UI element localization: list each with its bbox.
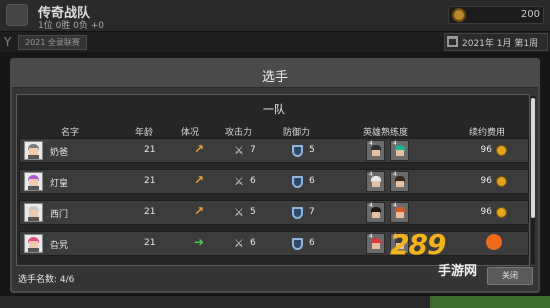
player-attack: 6 (250, 176, 256, 186)
shield-icon (292, 145, 303, 157)
player-name: 西门 (50, 210, 69, 220)
condition-arrow-icon: ↗ (194, 204, 205, 218)
watermark-badge-icon (486, 234, 502, 250)
hero-mastery-level: 4 (393, 202, 397, 209)
hero-face (396, 212, 404, 218)
player-avatar (24, 141, 43, 160)
hero-portrait[interactable]: 4 (390, 171, 409, 192)
current-date: 2021年 1月 第1周 (462, 39, 539, 49)
player-name: 旮旯 (50, 241, 69, 251)
hero-face (372, 212, 380, 218)
hero-face (372, 243, 380, 249)
player-name: 灯皇 (50, 179, 69, 189)
menu-icon[interactable]: Y (4, 35, 11, 49)
hero-mastery-level: 4 (369, 202, 373, 209)
team-section-title: 一队 (263, 103, 285, 116)
player-attack: 5 (250, 207, 256, 217)
avatar-body (28, 248, 39, 252)
player-row[interactable]: 西门 21 ↗ ⚔ 5 7 4 4 96 (19, 200, 529, 225)
dialog-header: 选手 (12, 60, 538, 88)
player-defense: 5 (309, 145, 315, 155)
column-header-attack: 攻击力 (225, 128, 253, 138)
contract-fee: 96 (480, 145, 492, 155)
sword-icon: ⚔ (234, 144, 244, 157)
player-defense: 7 (309, 207, 315, 217)
shield-icon (292, 238, 303, 250)
hero-mastery-level: 4 (369, 171, 373, 178)
coin-icon (496, 207, 507, 218)
hero-mastery-level: 4 (369, 233, 373, 240)
player-row[interactable]: 奶爸 21 ↗ ⚔ 7 5 4 4 96 (19, 138, 529, 163)
player-avatar (24, 172, 43, 191)
league-tab[interactable]: 2021 全录联赛 (18, 35, 87, 50)
coin-value: 200 (520, 9, 540, 20)
calendar-icon (447, 36, 458, 47)
column-header-contract-fee: 续约费用 (469, 128, 506, 138)
hero-face (372, 150, 380, 156)
sword-icon: ⚔ (234, 237, 244, 250)
hero-face (396, 181, 404, 187)
condition-arrow-icon: ➜ (194, 235, 205, 249)
scrollbar-thumb[interactable] (531, 98, 535, 218)
hero-portrait[interactable]: 4 (366, 140, 385, 161)
player-age: 21 (144, 238, 156, 248)
team-record: 1位 0胜 0负 +0 (38, 21, 105, 31)
player-count: 选手名数: 4/6 (18, 275, 75, 285)
player-age: 21 (144, 207, 156, 217)
condition-arrow-icon: ↗ (194, 142, 205, 156)
team-logo-icon (6, 4, 28, 26)
player-row[interactable]: 灯皇 21 ↗ ⚔ 6 6 4 4 96 (19, 169, 529, 194)
hero-mastery-level: 4 (369, 140, 373, 147)
avatar-body (28, 186, 39, 190)
player-age: 21 (144, 145, 156, 155)
shield-icon (292, 207, 303, 219)
column-header-condition: 体况 (181, 128, 200, 138)
column-header-defense: 防御力 (283, 128, 311, 138)
watermark-logo: 289 (390, 228, 446, 261)
coin-icon (496, 176, 507, 187)
hero-portrait[interactable]: 4 (390, 140, 409, 161)
column-header-name: 名字 (61, 128, 80, 138)
sword-icon: ⚔ (234, 206, 244, 219)
hero-mastery-level: 4 (393, 171, 397, 178)
player-avatar (24, 234, 43, 253)
player-attack: 6 (250, 238, 256, 248)
coin-icon (496, 145, 507, 156)
player-age: 21 (144, 176, 156, 186)
player-attack: 7 (250, 145, 256, 155)
watermark-text: 手游网 (438, 264, 478, 279)
player-name: 奶爸 (50, 148, 69, 158)
hero-mastery-level: 4 (393, 140, 397, 147)
site-watermark: 289 手游网 (386, 228, 506, 284)
hero-portrait[interactable]: 4 (390, 202, 409, 223)
hero-portrait[interactable]: 4 (366, 171, 385, 192)
sword-icon: ⚔ (234, 175, 244, 188)
dialog-title: 选手 (261, 70, 288, 85)
avatar-body (28, 217, 39, 221)
hero-face (396, 150, 404, 156)
player-defense: 6 (309, 238, 315, 248)
contract-fee: 96 (480, 176, 492, 186)
column-header-age: 年龄 (135, 128, 154, 138)
condition-arrow-icon: ↗ (194, 173, 205, 187)
contract-fee: 96 (480, 207, 492, 217)
column-header-hero-mastery: 英雄熟练度 (363, 128, 409, 138)
bottom-action-strip[interactable] (430, 296, 550, 308)
shield-icon (292, 176, 303, 188)
hero-portrait[interactable]: 4 (366, 233, 385, 254)
hero-portrait[interactable]: 4 (366, 202, 385, 223)
player-avatar (24, 203, 43, 222)
coin-icon (452, 8, 466, 22)
hero-face (372, 181, 380, 187)
player-defense: 6 (309, 176, 315, 186)
avatar-body (28, 155, 39, 159)
